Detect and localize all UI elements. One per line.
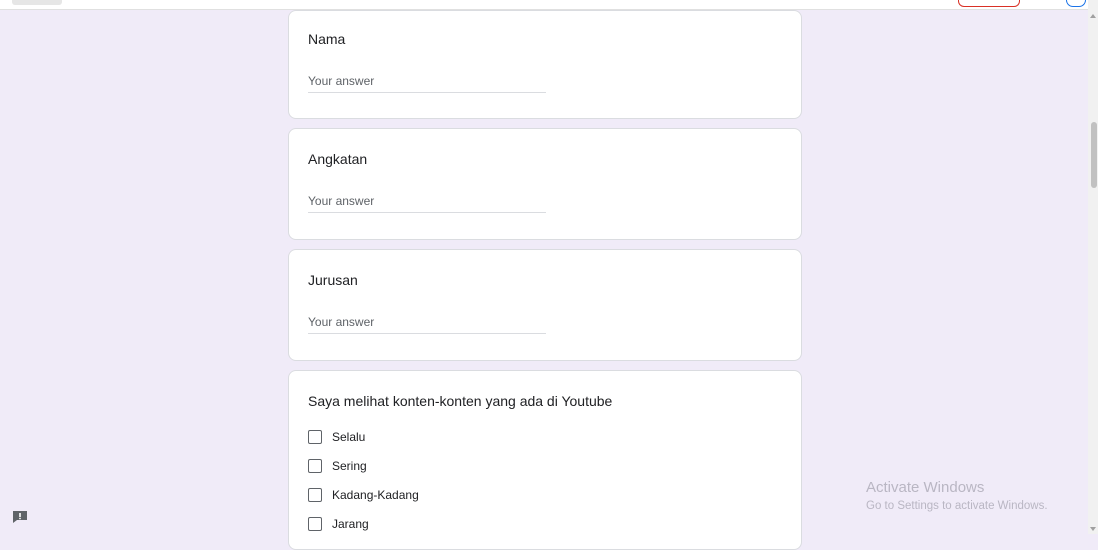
avatar[interactable] [1066, 0, 1086, 7]
watermark-title: Activate Windows [866, 479, 985, 496]
question-card-youtube: Saya melihat konten-konten yang ada di Y… [288, 370, 802, 550]
top-tab-stub[interactable] [12, 0, 62, 5]
question-title: Saya melihat konten-konten yang ada di Y… [308, 393, 613, 409]
option-selalu[interactable]: Selalu [308, 428, 365, 446]
browser-top-bar [0, 0, 1088, 10]
scroll-down-arrow-icon[interactable] [1090, 527, 1096, 531]
question-card-angkatan: Angkatan [288, 128, 802, 240]
option-label: Sering [332, 459, 367, 473]
watermark-subtitle: Go to Settings to activate Windows. [866, 500, 1048, 512]
nama-answer-input[interactable] [308, 70, 546, 93]
option-sering[interactable]: Sering [308, 457, 367, 475]
question-title: Angkatan [308, 151, 368, 167]
option-label: Selalu [332, 430, 366, 444]
checkbox-icon[interactable] [308, 459, 322, 473]
checkbox-icon[interactable] [308, 488, 322, 502]
jurusan-answer-input[interactable] [308, 311, 546, 334]
question-card-jurusan: Jurusan [288, 249, 802, 361]
vertical-scrollbar[interactable] [1088, 0, 1098, 534]
windows-activation-watermark: Activate Windows Go to Settings to activ… [866, 479, 1048, 514]
question-title: Jurusan [308, 272, 358, 288]
scrollbar-thumb[interactable] [1091, 122, 1097, 188]
option-jarang[interactable]: Jarang [308, 515, 369, 533]
angkatan-answer-input[interactable] [308, 190, 546, 213]
option-label: Kadang-Kadang [332, 488, 419, 502]
checkbox-icon[interactable] [308, 430, 322, 444]
option-kadang-kadang[interactable]: Kadang-Kadang [308, 486, 419, 504]
question-title: Nama [308, 31, 346, 47]
feedback-icon[interactable] [12, 510, 28, 524]
scroll-up-arrow-icon[interactable] [1090, 14, 1096, 18]
option-label: Jarang [332, 517, 369, 531]
question-card-nama: Nama [288, 10, 802, 119]
checkbox-icon[interactable] [308, 517, 322, 531]
top-button-stub[interactable] [958, 0, 1020, 7]
